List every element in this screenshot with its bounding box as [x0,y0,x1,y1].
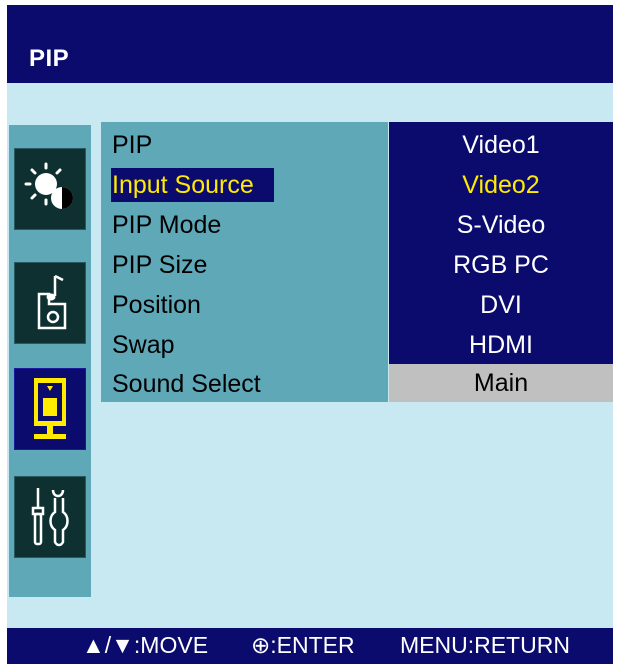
option-dvi[interactable]: DVI [389,285,613,325]
osd-footer: ▲/▼:MOVE ⊕:ENTER MENU:RETURN [7,628,613,664]
footer-move-hint: ▲/▼:MOVE [82,632,209,658]
menu-item-pip[interactable]: PIP [112,128,152,162]
option-hdmi[interactable]: HDMI [389,325,613,365]
setup-tools-icon [31,488,69,547]
sound-select-value[interactable]: Main [389,364,613,402]
menu-item-input-source[interactable]: Input Source [111,168,274,202]
option-s-video[interactable]: S-Video [389,205,613,245]
menu-item-swap[interactable]: Swap [112,328,175,362]
input-source-options: Video1 Video2 S-Video RGB PC DVI HDMI [389,122,613,364]
pip-icon [34,378,66,439]
category-sound[interactable] [14,262,86,344]
menu-item-sound-select[interactable]: Sound Select [112,367,261,401]
menu-item-pip-mode[interactable]: PIP Mode [112,208,221,242]
page-title: PIP [29,45,70,72]
osd-header: PIP [7,5,613,83]
category-pip[interactable] [14,368,86,450]
pip-menu: PIP Input Source PIP Mode PIP Size Posit… [101,122,388,402]
option-video2[interactable]: Video2 [389,165,613,205]
sound-icon [37,274,67,330]
option-video1[interactable]: Video1 [389,125,613,165]
brightness-contrast-icon [24,162,73,209]
menu-item-position[interactable]: Position [112,288,201,322]
menu-item-pip-size[interactable]: PIP Size [112,248,207,282]
category-picture[interactable] [14,148,86,230]
footer-return-hint: MENU:RETURN [400,632,570,658]
footer-enter-hint: ⊕:ENTER [251,632,355,658]
category-setup[interactable] [14,476,86,558]
option-rgb-pc[interactable]: RGB PC [389,245,613,285]
